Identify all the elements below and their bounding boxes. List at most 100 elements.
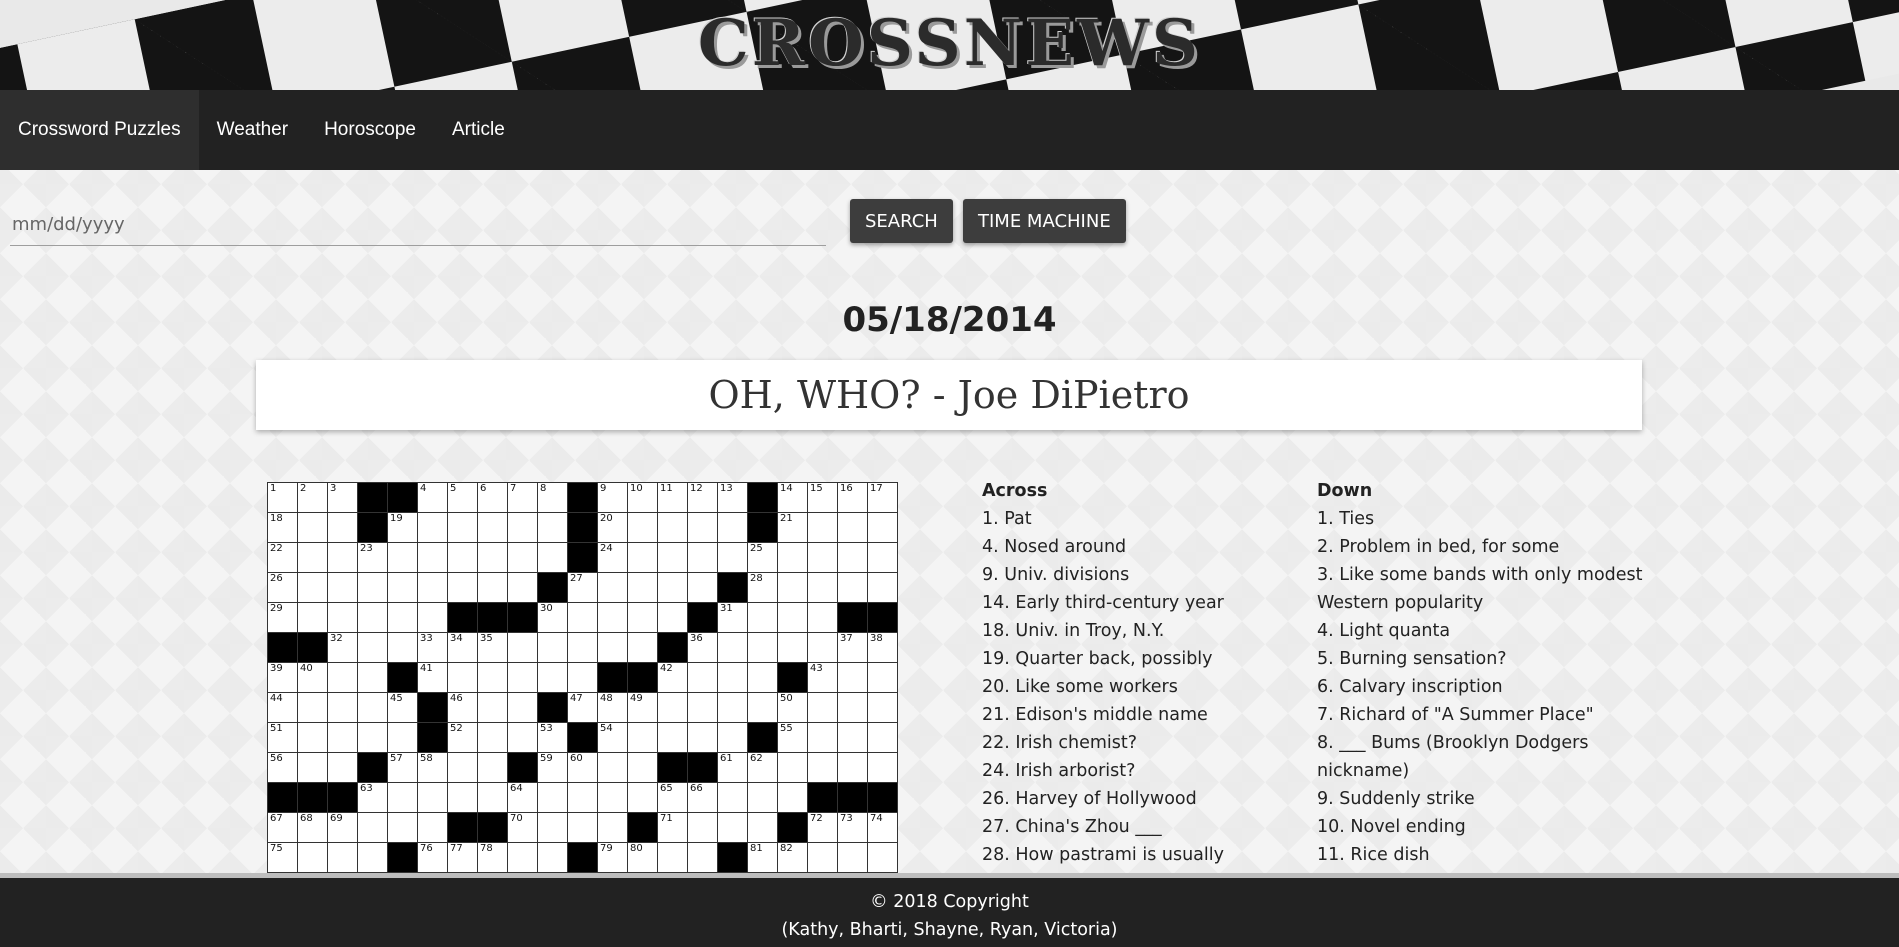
across-clue[interactable]: 14. Early third-century year <box>982 589 1282 617</box>
grid-cell[interactable] <box>777 542 808 573</box>
grid-cell[interactable]: 67 <box>267 812 298 843</box>
grid-cell[interactable]: 21 <box>777 512 808 543</box>
grid-cell[interactable] <box>357 812 388 843</box>
grid-cell[interactable]: 38 <box>867 632 898 663</box>
grid-cell[interactable] <box>477 572 508 603</box>
grid-cell[interactable]: 2 <box>297 482 328 513</box>
grid-cell[interactable]: 6 <box>477 482 508 513</box>
grid-cell[interactable] <box>327 602 358 633</box>
grid-cell[interactable] <box>297 722 328 753</box>
grid-cell[interactable] <box>417 782 448 813</box>
grid-cell[interactable] <box>837 692 868 723</box>
grid-cell[interactable]: 32 <box>327 632 358 663</box>
down-clue[interactable]: 4. Light quanta <box>1317 617 1647 645</box>
grid-cell[interactable] <box>717 542 748 573</box>
grid-cell[interactable]: 35 <box>477 632 508 663</box>
grid-cell[interactable] <box>537 632 568 663</box>
grid-cell[interactable] <box>387 542 418 573</box>
grid-cell[interactable] <box>597 572 628 603</box>
grid-cell[interactable] <box>327 692 358 723</box>
down-clue[interactable]: 9. Suddenly strike <box>1317 785 1647 813</box>
grid-cell[interactable] <box>567 782 598 813</box>
grid-cell[interactable] <box>627 782 658 813</box>
grid-cell[interactable]: 69 <box>327 812 358 843</box>
grid-cell[interactable] <box>867 572 898 603</box>
grid-cell[interactable] <box>507 632 538 663</box>
grid-cell[interactable]: 75 <box>267 842 298 873</box>
nav-horoscope[interactable]: Horoscope <box>306 90 434 170</box>
grid-cell[interactable]: 66 <box>687 782 718 813</box>
grid-cell[interactable] <box>387 602 418 633</box>
grid-cell[interactable]: 71 <box>657 812 688 843</box>
grid-cell[interactable] <box>477 692 508 723</box>
grid-cell[interactable]: 11 <box>657 482 688 513</box>
grid-cell[interactable] <box>327 722 358 753</box>
grid-cell[interactable]: 58 <box>417 752 448 783</box>
grid-cell[interactable] <box>657 542 688 573</box>
across-clue[interactable]: 21. Edison's middle name <box>982 701 1282 729</box>
across-clue[interactable]: 1. Pat <box>982 505 1282 533</box>
grid-cell[interactable] <box>657 602 688 633</box>
grid-cell[interactable]: 24 <box>597 542 628 573</box>
grid-cell[interactable]: 34 <box>447 632 478 663</box>
grid-cell[interactable] <box>447 572 478 603</box>
grid-cell[interactable] <box>717 662 748 693</box>
grid-cell[interactable] <box>567 602 598 633</box>
grid-cell[interactable] <box>867 842 898 873</box>
grid-cell[interactable] <box>447 752 478 783</box>
grid-cell[interactable] <box>627 572 658 603</box>
grid-cell[interactable] <box>627 752 658 783</box>
grid-cell[interactable]: 16 <box>837 482 868 513</box>
grid-cell[interactable]: 27 <box>567 572 598 603</box>
grid-cell[interactable]: 64 <box>507 782 538 813</box>
grid-cell[interactable] <box>867 512 898 543</box>
grid-cell[interactable] <box>507 722 538 753</box>
grid-cell[interactable]: 5 <box>447 482 478 513</box>
grid-cell[interactable]: 18 <box>267 512 298 543</box>
grid-cell[interactable] <box>537 512 568 543</box>
grid-cell[interactable]: 14 <box>777 482 808 513</box>
grid-cell[interactable] <box>657 692 688 723</box>
grid-cell[interactable]: 33 <box>417 632 448 663</box>
grid-cell[interactable] <box>867 752 898 783</box>
grid-cell[interactable] <box>867 692 898 723</box>
grid-cell[interactable] <box>447 512 478 543</box>
grid-cell[interactable] <box>657 572 688 603</box>
grid-cell[interactable] <box>867 662 898 693</box>
grid-cell[interactable]: 61 <box>717 752 748 783</box>
across-clue[interactable]: 18. Univ. in Troy, N.Y. <box>982 617 1282 645</box>
grid-cell[interactable] <box>687 542 718 573</box>
grid-cell[interactable] <box>357 602 388 633</box>
grid-cell[interactable]: 50 <box>777 692 808 723</box>
grid-cell[interactable] <box>657 722 688 753</box>
grid-cell[interactable] <box>837 542 868 573</box>
grid-cell[interactable] <box>687 692 718 723</box>
grid-cell[interactable]: 52 <box>447 722 478 753</box>
grid-cell[interactable] <box>477 662 508 693</box>
grid-cell[interactable] <box>507 662 538 693</box>
down-clue[interactable]: 5. Burning sensation? <box>1317 645 1647 673</box>
grid-cell[interactable] <box>657 512 688 543</box>
grid-cell[interactable]: 37 <box>837 632 868 663</box>
grid-cell[interactable] <box>717 512 748 543</box>
grid-cell[interactable]: 3 <box>327 482 358 513</box>
grid-cell[interactable] <box>717 782 748 813</box>
grid-cell[interactable] <box>297 542 328 573</box>
grid-cell[interactable] <box>477 512 508 543</box>
grid-cell[interactable] <box>327 842 358 873</box>
grid-cell[interactable]: 82 <box>777 842 808 873</box>
across-clue[interactable]: 27. China's Zhou ___ <box>982 813 1282 841</box>
grid-cell[interactable] <box>777 572 808 603</box>
grid-cell[interactable]: 73 <box>837 812 868 843</box>
grid-cell[interactable] <box>507 512 538 543</box>
grid-cell[interactable] <box>297 572 328 603</box>
grid-cell[interactable]: 76 <box>417 842 448 873</box>
grid-cell[interactable] <box>597 812 628 843</box>
grid-cell[interactable]: 54 <box>597 722 628 753</box>
grid-cell[interactable]: 23 <box>357 542 388 573</box>
grid-cell[interactable]: 51 <box>267 722 298 753</box>
grid-cell[interactable]: 20 <box>597 512 628 543</box>
across-clue[interactable]: 9. Univ. divisions <box>982 561 1282 589</box>
grid-cell[interactable] <box>507 842 538 873</box>
grid-cell[interactable]: 62 <box>747 752 778 783</box>
